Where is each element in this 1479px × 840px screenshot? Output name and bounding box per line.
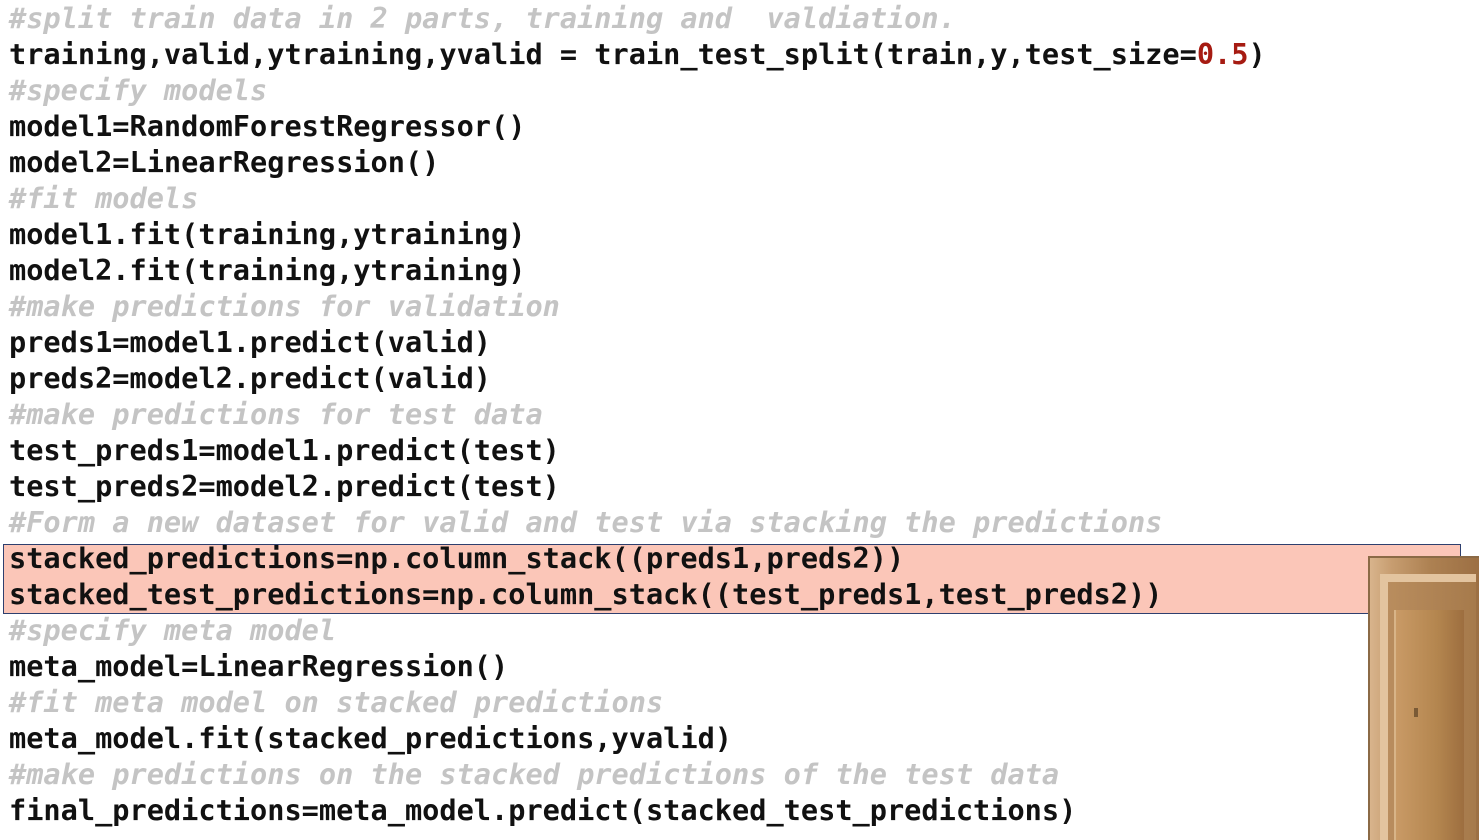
door-panel (1394, 610, 1464, 840)
code-comment-line: #make predictions for test data (9, 397, 543, 431)
code-line: model1=RandomForestRegressor() (9, 109, 526, 143)
number-literal: 0.5 (1196, 37, 1249, 71)
code-line: model2=LinearRegression() (9, 145, 440, 179)
code-line: meta_model=LinearRegression() (9, 649, 509, 683)
code-comment-line: #fit meta model on stacked predictions (9, 685, 664, 719)
code-comment-line: #split train data in 2 parts, training a… (9, 1, 956, 35)
code-comment-line: #specify meta model (9, 613, 337, 647)
code-line: test_preds2=model2.predict(test) (9, 469, 560, 503)
code-line: model1.fit(training,ytraining) (9, 217, 526, 251)
code-comment-line: #make predictions on the stacked predict… (9, 757, 1060, 791)
code-comment-line: #make predictions for validation (9, 289, 560, 323)
code-line: meta_model.fit(stacked_predictions,yvali… (9, 721, 733, 755)
code-comment-line: #Form a new dataset for valid and test v… (9, 505, 1163, 539)
webcam-overlay (1368, 556, 1479, 840)
code-line: preds1=model1.predict(valid) (9, 325, 492, 359)
door-handle (1414, 708, 1418, 717)
code-text: training,valid,ytraining,yvalid = train_… (9, 37, 1197, 71)
code-comment-line: #fit models (9, 181, 199, 215)
code-line: test_preds1=model1.predict(test) (9, 433, 560, 467)
code-text: ) (1248, 37, 1266, 71)
code-editor: #split train data in 2 parts, training a… (9, 0, 1479, 840)
code-line: final_predictions=meta_model.predict(sta… (9, 793, 1077, 827)
highlighted-code-line: stacked_test_predictions=np.column_stack… (9, 577, 1163, 611)
highlighted-code-line: stacked_predictions=np.column_stack((pre… (9, 541, 905, 575)
code-comment-line: #specify models (9, 73, 268, 107)
code-line: preds2=model2.predict(valid) (9, 361, 492, 395)
code-line: model2.fit(training,ytraining) (9, 253, 526, 287)
code-line-split: training,valid,ytraining,yvalid = train_… (9, 36, 1266, 72)
